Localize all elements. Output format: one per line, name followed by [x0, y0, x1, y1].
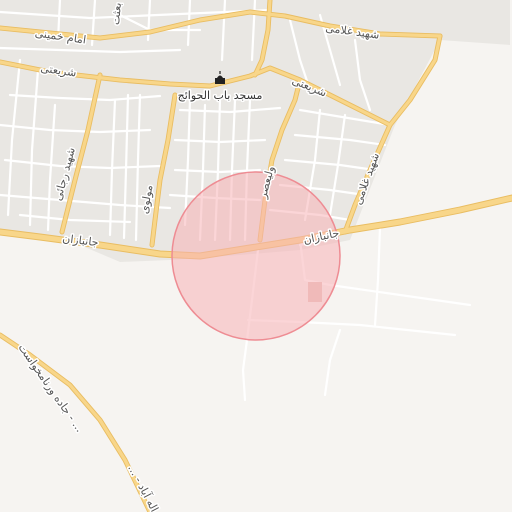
label-besat: بعثت	[109, 2, 124, 26]
poi-label: مسجد باب الحوائج	[178, 89, 263, 102]
map-canvas[interactable]: مسجد باب الحوائج شهید غلامی امام خمینی ش…	[0, 0, 512, 512]
